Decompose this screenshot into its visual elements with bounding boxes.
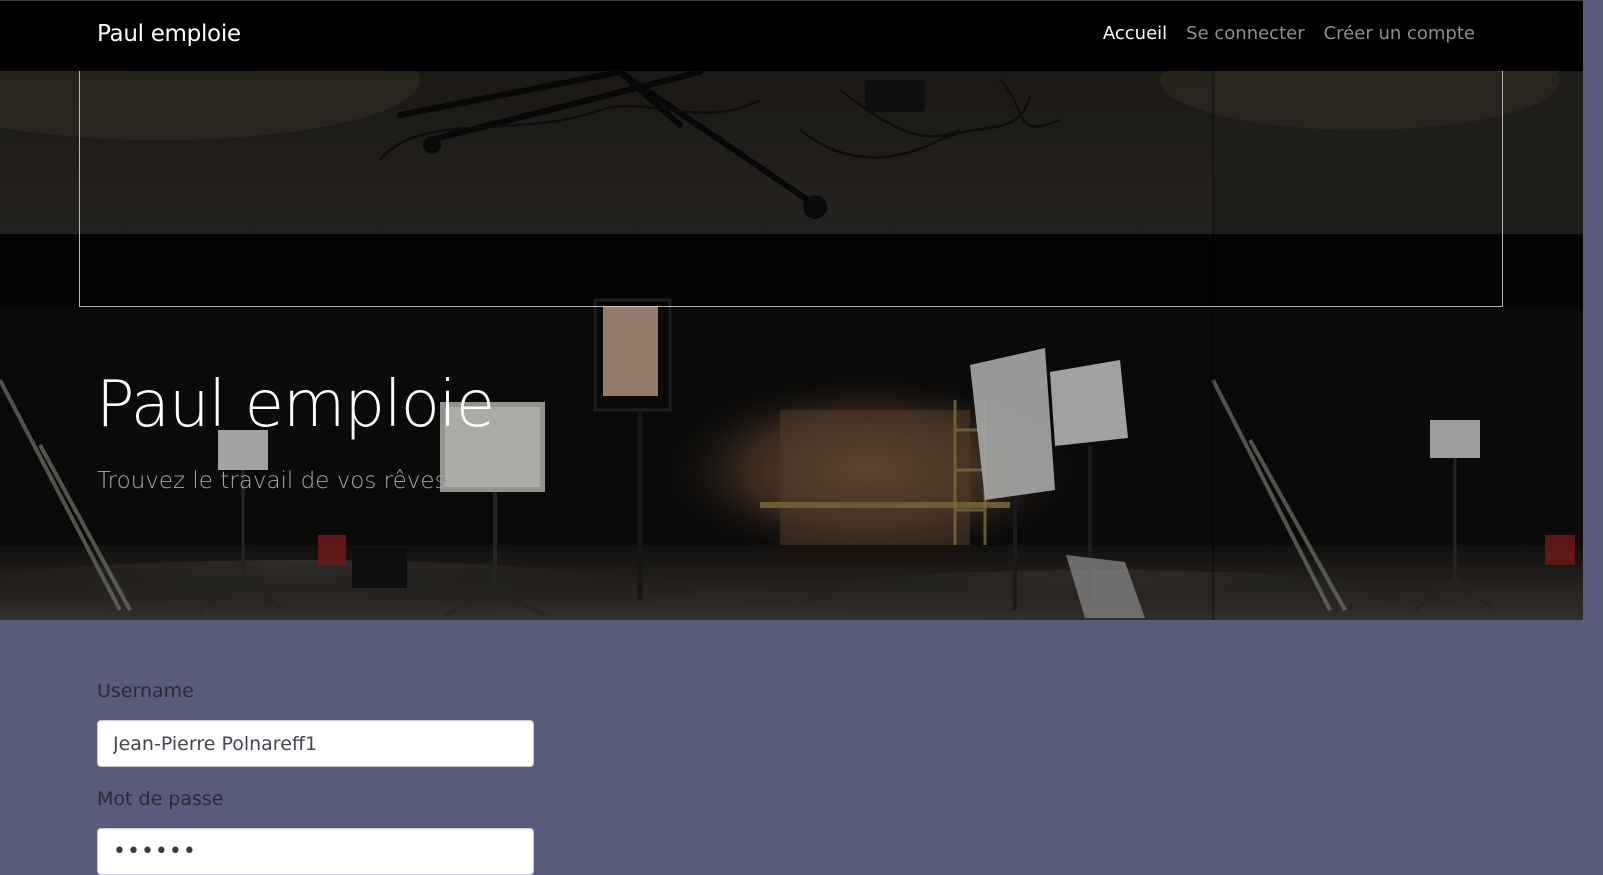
hero-banner: Paul emploie Trouvez le travail de vos r… [0,0,1583,620]
hero-title: Paul emploie [96,368,495,442]
page: Paul emploie Trouvez le travail de vos r… [0,0,1603,875]
username-input[interactable] [97,720,534,767]
login-form: Username Mot de passe [0,620,1583,875]
nav-link-se-connecter[interactable]: Se connecter [1186,25,1304,43]
navbar: Paul emploie Accueil Se connecter Créer … [0,0,1583,71]
nav-links: Accueil Se connecter Créer un compte [1103,25,1475,43]
window-edge [1583,0,1603,875]
navbar-brand[interactable]: Paul emploie [97,23,241,46]
password-input[interactable] [97,828,534,875]
hero-overlay-frame [79,60,1503,307]
username-label: Username [97,680,194,702]
password-label: Mot de passe [97,788,224,810]
nav-link-accueil[interactable]: Accueil [1103,25,1167,43]
hero-subtitle: Trouvez le travail de vos rêves [97,468,447,494]
nav-link-creer-un-compte[interactable]: Créer un compte [1324,25,1475,43]
